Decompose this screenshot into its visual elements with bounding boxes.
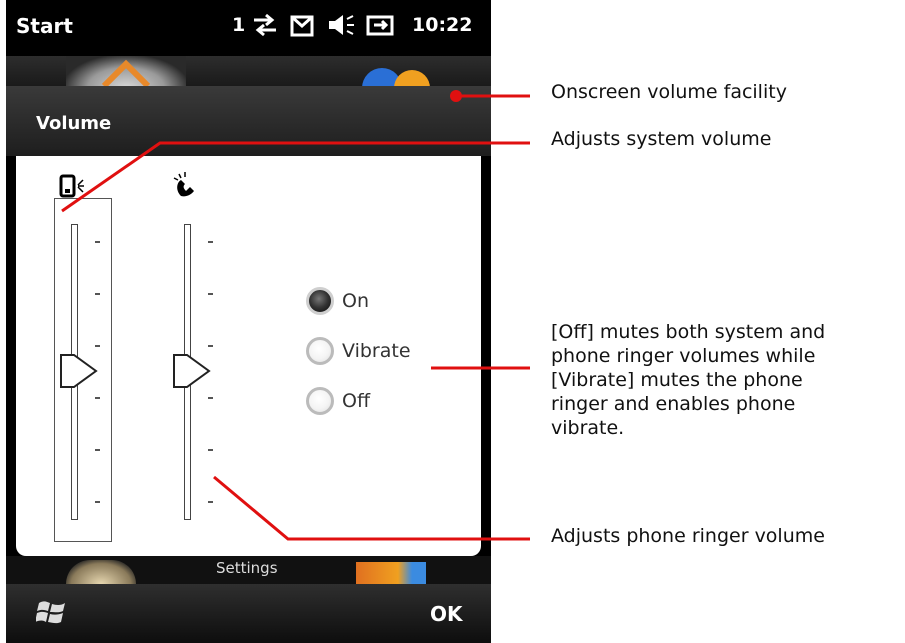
- ringer-volume-thumb[interactable]: [173, 351, 213, 391]
- start-label[interactable]: Start: [16, 14, 73, 38]
- annotation-line: ringer and enables phone: [551, 393, 796, 415]
- windows-start-icon[interactable]: [36, 597, 68, 627]
- tick: [208, 293, 213, 295]
- signal-number: 1: [232, 14, 246, 36]
- data-sync-icon: [254, 13, 276, 37]
- people-hub-icon: [362, 68, 430, 88]
- annotation-line: vibrate.: [551, 417, 625, 439]
- clock-icon: [66, 560, 136, 584]
- phone-ringer-icon: [173, 172, 194, 197]
- annotation-ringer: Adjusts phone ringer volume: [551, 525, 825, 547]
- volume-panel: On Vibrate Off: [16, 156, 481, 556]
- radio-circle[interactable]: [306, 337, 334, 365]
- radio-on[interactable]: On: [306, 287, 369, 315]
- clock: 10:22: [412, 14, 473, 36]
- tick: [95, 345, 100, 347]
- tick: [208, 397, 213, 399]
- battery-charging-icon: [366, 15, 394, 36]
- radio-off-label: Off: [342, 390, 371, 412]
- radio-circle[interactable]: [306, 387, 334, 415]
- tick: [95, 397, 100, 399]
- annotation-system: Adjusts system volume: [551, 128, 772, 150]
- radio-circle-selected[interactable]: [306, 287, 334, 315]
- system-volume-thumb[interactable]: [60, 351, 100, 391]
- radio-on-label: On: [342, 290, 369, 312]
- tick: [95, 501, 100, 503]
- radio-vibrate-label: Vibrate: [342, 340, 411, 362]
- status-bar: Start 1 10:22: [6, 0, 491, 56]
- ok-button[interactable]: OK: [430, 602, 463, 626]
- annotation-line: [Vibrate] mutes the phone: [551, 369, 803, 391]
- speaker-icon[interactable]: [326, 12, 356, 38]
- radio-off[interactable]: Off: [306, 387, 370, 415]
- phone-screen: Start 1 10:22 Volume On Vibrate Off Sett…: [6, 0, 491, 643]
- settings-label[interactable]: Settings: [216, 559, 278, 577]
- tick: [95, 449, 100, 451]
- volume-dialog-title: Volume: [36, 113, 112, 134]
- tick: [208, 449, 213, 451]
- tick: [95, 293, 100, 295]
- sim-message-icon: [290, 15, 314, 37]
- soft-key-bar: [6, 584, 491, 643]
- tick: [95, 241, 100, 243]
- phone-speaker-icon: [59, 174, 84, 198]
- tick: [208, 241, 213, 243]
- radio-vibrate[interactable]: Vibrate: [306, 337, 411, 365]
- settings-tile-icon: [356, 562, 426, 584]
- annotation-line: [Off] mutes both system and: [551, 321, 826, 343]
- chevron-up-icon: [66, 56, 186, 89]
- annotation-off-vibrate: [Off] mutes both system and phone ringer…: [551, 320, 825, 440]
- tick: [208, 345, 213, 347]
- annotation-line: phone ringer volumes while: [551, 345, 816, 367]
- tick: [208, 501, 213, 503]
- annotation-onscreen: Onscreen volume facility: [551, 81, 787, 103]
